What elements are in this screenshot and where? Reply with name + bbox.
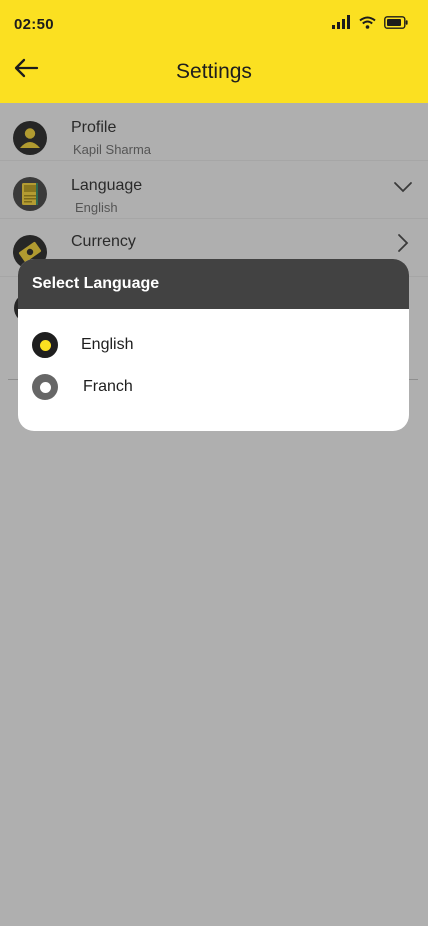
page-title: Settings bbox=[176, 60, 252, 83]
chevron-right-icon bbox=[392, 232, 414, 254]
profile-subtitle: Kapil Sharma bbox=[73, 142, 152, 157]
chevron-down-icon bbox=[392, 176, 414, 198]
option-label: English bbox=[81, 336, 134, 353]
language-title: Language bbox=[71, 177, 143, 194]
user-icon bbox=[13, 121, 47, 155]
settings-row-language[interactable]: Language English bbox=[0, 161, 428, 219]
status-time: 02:50 bbox=[14, 16, 54, 33]
app-header: 02:50 Settings bbox=[0, 0, 428, 103]
settings-row-profile[interactable]: Profile Kapil Sharma bbox=[0, 103, 428, 161]
cellular-signal-icon bbox=[332, 15, 351, 34]
wifi-icon bbox=[359, 16, 376, 34]
language-subtitle: English bbox=[75, 200, 118, 215]
dialog-header: Select Language bbox=[18, 259, 409, 309]
dictionary-icon bbox=[13, 177, 47, 211]
select-language-dialog: Select Language English Franch bbox=[18, 259, 409, 431]
status-icons bbox=[332, 15, 408, 34]
battery-icon bbox=[384, 15, 408, 34]
option-label: Franch bbox=[83, 378, 133, 395]
language-option-franch[interactable]: Franch bbox=[32, 374, 133, 400]
language-option-english[interactable]: English bbox=[32, 332, 133, 358]
currency-title: Currency bbox=[71, 233, 136, 250]
settings-list: Profile Kapil Sharma Language English Cu… bbox=[0, 103, 428, 277]
radio-selected-icon[interactable] bbox=[32, 332, 58, 358]
profile-title: Profile bbox=[71, 119, 117, 136]
dialog-title: Select Language bbox=[32, 275, 160, 292]
radio-unselected-icon[interactable] bbox=[32, 374, 58, 400]
